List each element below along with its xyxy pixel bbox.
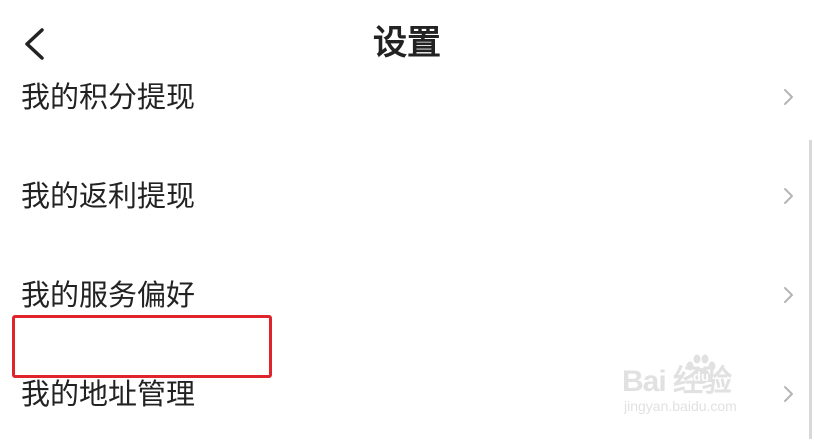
chevron-right-icon bbox=[784, 89, 793, 105]
chevron-right-icon bbox=[784, 386, 793, 402]
scrollbar[interactable] bbox=[809, 140, 812, 439]
settings-item-rebate-withdraw[interactable]: 我的返利提现 bbox=[0, 149, 814, 248]
chevron-right-icon bbox=[784, 287, 793, 303]
chevron-right-icon bbox=[784, 188, 793, 204]
settings-item-label: 我的返利提现 bbox=[21, 179, 196, 213]
settings-item-label: 我的服务偏好 bbox=[21, 278, 196, 312]
settings-item-points-withdraw[interactable]: 我的积分提现 bbox=[0, 50, 814, 149]
settings-item-label: 我的地址管理 bbox=[21, 377, 196, 411]
settings-item-address-management[interactable]: 我的地址管理 bbox=[0, 347, 814, 446]
settings-list: 我的积分提现 我的返利提现 我的服务偏好 我的地址管理 bbox=[0, 50, 814, 446]
settings-item-service-preference[interactable]: 我的服务偏好 bbox=[0, 248, 814, 347]
settings-item-label: 我的积分提现 bbox=[21, 80, 196, 114]
